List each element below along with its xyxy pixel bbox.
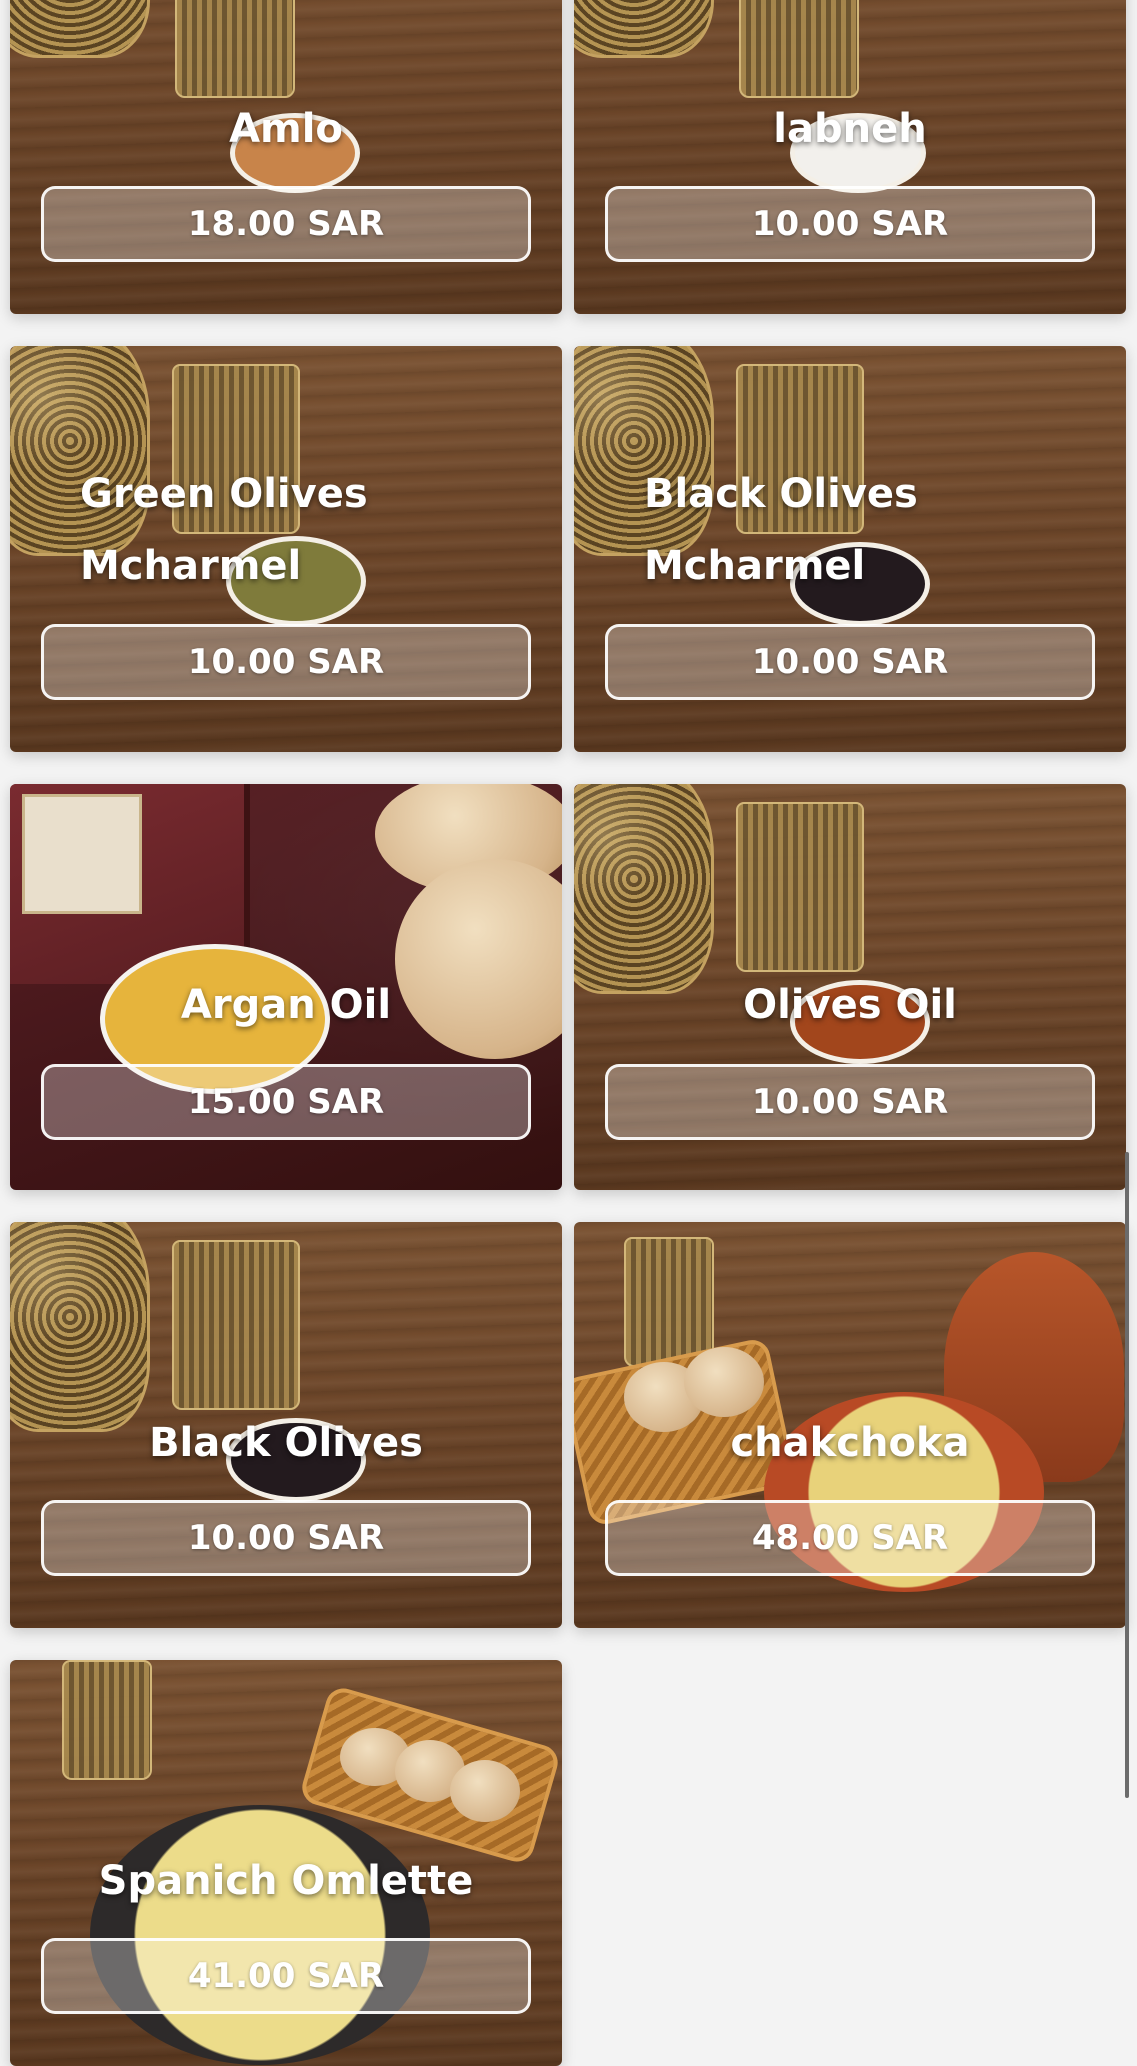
menu-item-card[interactable]: Argan Oil 15.00 SAR [10,784,562,1190]
price-button[interactable]: 18.00 SAR [41,186,531,262]
menu-item-card[interactable]: Black Olives 10.00 SAR [10,1222,562,1628]
item-name: Amlo [229,106,343,152]
price-button[interactable]: 10.00 SAR [605,186,1095,262]
glass-decoration [739,0,859,98]
item-name: Black Olives Mcharmel [644,471,918,589]
item-name: labneh [773,106,927,152]
glass-decoration [172,1240,300,1410]
lantern-decoration [10,1222,150,1432]
logo-card-decoration [22,794,142,914]
menu-item-card[interactable]: Spanich Omlette 41.00 SAR [10,1660,562,2066]
price-button[interactable]: 41.00 SAR [41,1938,531,2014]
price-button[interactable]: 10.00 SAR [41,1500,531,1576]
price-button[interactable]: 10.00 SAR [605,1064,1095,1140]
scrollbar[interactable] [1125,1152,1129,1798]
price-button[interactable]: 48.00 SAR [605,1500,1095,1576]
menu-item-card[interactable]: Olives Oil 10.00 SAR [574,784,1126,1190]
price-button[interactable]: 10.00 SAR [605,624,1095,700]
lantern-decoration [574,784,714,994]
menu-item-card[interactable]: chakchoka 48.00 SAR [574,1222,1126,1628]
item-name: Black Olives [149,1420,423,1466]
price-button[interactable]: 15.00 SAR [41,1064,531,1140]
bread-decoration [450,1760,520,1822]
menu-item-card[interactable]: Green Olives Mcharmel 10.00 SAR [10,346,562,752]
menu-item-card[interactable]: Black Olives Mcharmel 10.00 SAR [574,346,1126,752]
item-name: chakchoka [730,1420,970,1466]
plate-decoration [90,1805,430,2065]
item-name: Green Olives Mcharmel [80,471,368,589]
price-button[interactable]: 10.00 SAR [41,624,531,700]
glass-decoration [175,0,295,98]
glass-decoration [624,1237,714,1367]
item-name: Spanich Omlette [98,1858,474,1904]
item-name: Argan Oil [180,982,392,1028]
item-name: Olives Oil [743,982,957,1028]
menu-item-card[interactable]: labneh 10.00 SAR [574,0,1126,314]
glass-decoration [736,802,864,972]
menu-grid: Amlo 18.00 SAR labneh 10.00 SAR Green Ol… [0,0,1137,2066]
menu-item-card[interactable]: Amlo 18.00 SAR [10,0,562,314]
glass-decoration [62,1660,152,1780]
